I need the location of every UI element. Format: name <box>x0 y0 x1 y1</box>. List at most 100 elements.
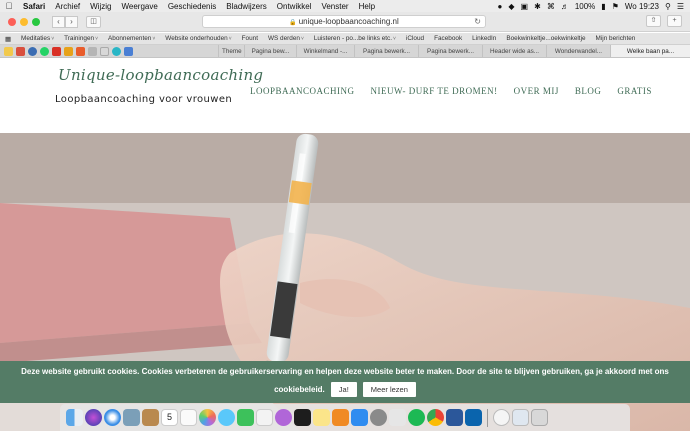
favorite-ws-derden[interactable]: WS derden˅ <box>263 35 309 42</box>
reload-icon[interactable]: ↻ <box>474 16 481 27</box>
messages-icon[interactable] <box>218 409 235 426</box>
pinned-tab-icon[interactable] <box>112 46 121 56</box>
status-menu-icon[interactable]: ● <box>498 2 503 11</box>
close-window-button[interactable] <box>8 17 16 26</box>
cookie-message-end: cookiebeleid. <box>274 385 325 394</box>
pinned-tab-icon[interactable] <box>4 46 13 56</box>
menu-bladwijzers[interactable]: Bladwijzers <box>221 2 271 11</box>
spotlight-search-icon[interactable]: ⚲ <box>665 2 671 11</box>
cookie-accept-button[interactable]: Ja! <box>330 382 357 397</box>
menu-geschiedenis[interactable]: Geschiedenis <box>163 2 221 11</box>
favorite-website-onderhouden[interactable]: Website onderhouden˅ <box>160 35 236 42</box>
favorite-boekwinkeltje[interactable]: Boekwinkeltje...oekwinkeltje <box>501 35 590 42</box>
dock-blank-icon[interactable] <box>389 409 406 426</box>
favorite-facebook[interactable]: Facebook <box>429 35 467 42</box>
word-icon[interactable] <box>446 409 463 426</box>
menu-wijzig[interactable]: Wijzig <box>85 2 116 11</box>
tab[interactable]: Header wide as... <box>482 45 546 57</box>
sidebar-icon[interactable]: ◫ <box>86 15 101 28</box>
address-bar[interactable]: 🔒 unique-loopbaancoaching.nl ↻ <box>202 15 486 28</box>
pinned-tab-icon[interactable] <box>64 46 73 56</box>
tab-active[interactable]: Welke baan pa... <box>610 45 690 57</box>
favorite-trainingen[interactable]: Trainingen˅ <box>59 35 103 42</box>
outlook-icon[interactable] <box>465 409 482 426</box>
calendar-icon[interactable]: 5 <box>161 409 178 426</box>
gmail-icon[interactable] <box>52 46 61 56</box>
notes-book-icon[interactable] <box>142 409 159 426</box>
menu-help[interactable]: Help <box>354 2 380 11</box>
nav-over-mij[interactable]: OVER MIJ <box>514 86 559 96</box>
new-tab-icon[interactable]: + <box>667 15 682 27</box>
menu-weergave[interactable]: Weergave <box>116 2 162 11</box>
favorite-luisteren[interactable]: Luisteren - po...be links etc.˅ <box>309 35 401 42</box>
wifi-icon[interactable]: ⌘ <box>547 2 555 11</box>
books-icon[interactable] <box>332 409 349 426</box>
battery-percent[interactable]: 100% <box>575 2 595 11</box>
finder-icon[interactable] <box>66 409 83 426</box>
pinned-tab-icon[interactable] <box>16 46 25 56</box>
whatsapp-icon[interactable] <box>40 46 49 56</box>
favorite-meditaties[interactable]: Meditaties˅ <box>16 35 59 42</box>
tab[interactable]: Winkelmand -... <box>296 45 354 57</box>
reminders-icon[interactable] <box>180 409 197 426</box>
app-store-icon[interactable] <box>351 409 368 426</box>
downloads-icon[interactable] <box>493 409 510 426</box>
facetime-icon[interactable] <box>237 409 254 426</box>
control-list-icon[interactable]: ☰ <box>677 2 684 11</box>
tv-icon[interactable] <box>294 409 311 426</box>
pinned-tabs <box>0 46 218 56</box>
nav-loopbaancoaching[interactable]: LOOPBAANCOACHING <box>250 86 355 96</box>
trash-icon[interactable] <box>531 409 548 426</box>
chevron-left-icon[interactable]: ‹ <box>52 15 65 28</box>
clock[interactable]: Wo 19:23 <box>625 2 659 11</box>
pinned-tab-icon[interactable] <box>28 46 37 56</box>
bluetooth-icon[interactable]: ✱ <box>534 2 541 11</box>
favorite-abonnementen[interactable]: Abonnementen˅ <box>103 35 160 42</box>
podcasts-icon[interactable] <box>275 409 292 426</box>
nav-gratis[interactable]: GRATIS <box>617 86 652 96</box>
favorite-mijn-berichten[interactable]: Mijn berichten <box>591 35 641 42</box>
apple-logo-icon[interactable]:  <box>0 1 18 11</box>
tab[interactable]: Pagina bewerk... <box>418 45 482 57</box>
menu-archief[interactable]: Archief <box>50 2 85 11</box>
notes-icon[interactable] <box>313 409 330 426</box>
pinned-tab-icon[interactable] <box>124 46 133 56</box>
menu-venster[interactable]: Venster <box>316 2 353 11</box>
spotify-icon[interactable] <box>408 409 425 426</box>
minimize-window-button[interactable] <box>20 17 28 26</box>
battery-icon[interactable]: ▮ <box>601 2 605 11</box>
system-preferences-icon[interactable] <box>370 409 387 426</box>
tab[interactable]: Pagina bew... <box>244 45 296 57</box>
photos-icon[interactable] <box>199 409 216 426</box>
nav-durf-te-dromen[interactable]: NIEUW- DURF TE DROMEN! <box>371 86 498 96</box>
tab[interactable]: Wonderwandel... <box>546 45 610 57</box>
siri-icon[interactable] <box>85 409 102 426</box>
favorites-grid-icon[interactable]: ▦ <box>0 35 16 43</box>
dropbox-icon[interactable]: ◆ <box>508 2 514 11</box>
documents-icon[interactable] <box>512 409 529 426</box>
macos-dock: 5 <box>60 404 630 431</box>
tab[interactable]: Theme <box>218 45 244 57</box>
favorite-fount[interactable]: Fount <box>237 35 263 42</box>
soundcloud-icon[interactable] <box>76 46 85 56</box>
pinned-tab-icon[interactable] <box>88 46 97 56</box>
chevron-right-icon[interactable]: › <box>65 15 78 28</box>
display-icon[interactable]: ▣ <box>521 2 529 11</box>
favorite-icloud[interactable]: iCloud <box>401 35 429 42</box>
tab[interactable]: Pagina bewerk... <box>354 45 418 57</box>
favorite-linkedin[interactable]: LinkedIn <box>467 35 501 42</box>
music-icon[interactable] <box>256 409 273 426</box>
share-icon[interactable]: ⇧ <box>646 15 661 27</box>
volume-icon[interactable]: ♬ <box>561 2 569 11</box>
nav-blog[interactable]: BLOG <box>575 86 602 96</box>
pinned-tab-icon[interactable] <box>100 46 109 56</box>
menu-app-name[interactable]: Safari <box>18 2 50 11</box>
site-logo[interactable]: Unique-loopbaancoaching <box>58 66 263 84</box>
flag-icon[interactable]: ⚑ <box>612 2 619 11</box>
menu-ontwikkel[interactable]: Ontwikkel <box>272 2 317 11</box>
cookie-read-more-button[interactable]: Meer lezen <box>362 382 416 397</box>
safari-icon[interactable] <box>104 409 121 426</box>
fullscreen-window-button[interactable] <box>32 17 40 26</box>
mail-icon[interactable] <box>123 409 140 426</box>
chrome-icon[interactable] <box>427 409 444 426</box>
